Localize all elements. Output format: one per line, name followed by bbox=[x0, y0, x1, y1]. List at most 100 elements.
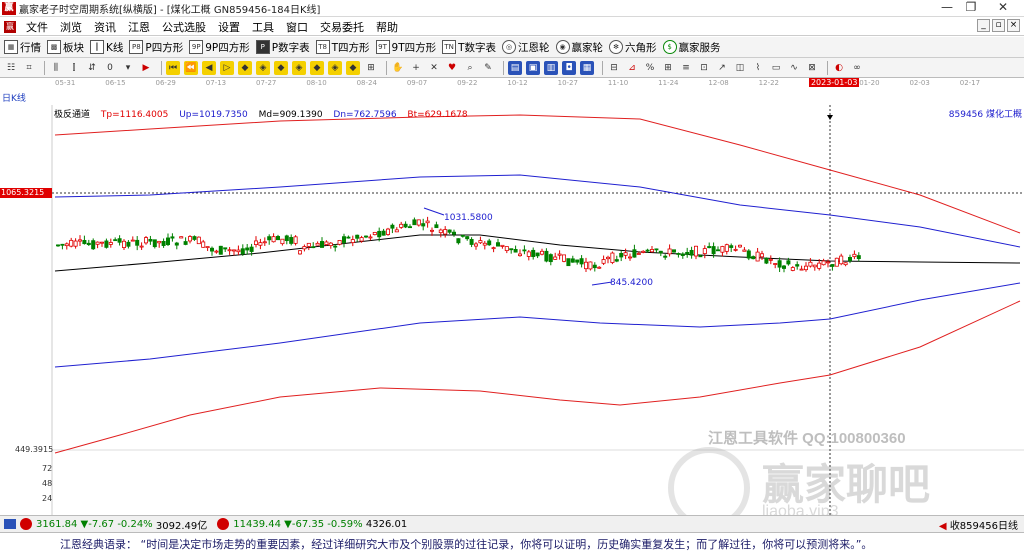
sector-button[interactable]: ▩ 板块 bbox=[47, 40, 84, 55]
candle-icon[interactable]: ⫿ bbox=[67, 61, 81, 75]
candle-body bbox=[509, 248, 514, 251]
diamond-icon[interactable]: ◈ bbox=[328, 60, 342, 75]
candle-body bbox=[385, 228, 390, 235]
table-icon[interactable]: ⊞ bbox=[364, 61, 378, 75]
menu-settings[interactable]: 设置 bbox=[212, 19, 246, 35]
flag-icon[interactable]: ▶ bbox=[139, 61, 153, 75]
box-icon[interactable]: ⊡ bbox=[697, 61, 711, 75]
next-icon[interactable]: ▷ bbox=[220, 60, 234, 75]
diamond-icon[interactable]: ◆ bbox=[274, 60, 288, 75]
9p-square-button[interactable]: 9P 9P四方形 bbox=[189, 40, 250, 55]
candle-body bbox=[117, 238, 122, 243]
mdi-close-button[interactable]: × bbox=[1007, 19, 1020, 32]
candle-body bbox=[135, 239, 140, 246]
gift-icon[interactable]: ♥ bbox=[445, 61, 459, 75]
zigzag-icon[interactable]: ⌇ bbox=[751, 61, 765, 75]
candle-body bbox=[786, 260, 791, 265]
date-label: 10-27 bbox=[557, 79, 578, 87]
high-value-label: 1031.5800 bbox=[444, 213, 493, 223]
indicator-up: Up=1019.7350 bbox=[179, 110, 248, 120]
gann-wheel-button[interactable]: ◎ 江恩轮 bbox=[502, 40, 550, 55]
gann-wheel-label: 江恩轮 bbox=[518, 41, 550, 54]
ruler-icon[interactable]: ⊿ bbox=[625, 61, 639, 75]
lower-band-line bbox=[54, 282, 1021, 368]
line-icon[interactable]: ≡ bbox=[679, 61, 693, 75]
wave-icon[interactable]: ∿ bbox=[787, 61, 801, 75]
winner-wheel-button[interactable]: ◉ 赢家轮 bbox=[555, 40, 603, 55]
menu-logo-icon[interactable]: 赢 bbox=[4, 20, 16, 33]
infinity-icon[interactable]: ∞ bbox=[850, 61, 864, 75]
kline-chart[interactable]: 1031.5800 845.4200 极反通道 Tp=1116.4005 Up=1… bbox=[0, 105, 1024, 529]
menu-window[interactable]: 窗口 bbox=[280, 19, 314, 35]
sz-index[interactable]: 11439.44 ▼-67.35 -0.59% 4326.01 bbox=[217, 518, 407, 530]
rect-icon[interactable]: ▭ bbox=[769, 61, 783, 75]
service-button[interactable]: $ 赢家服务 bbox=[662, 40, 721, 55]
zoom-icon[interactable]: ⌕ bbox=[463, 61, 477, 75]
menu-file[interactable]: 文件 bbox=[20, 19, 54, 35]
candle-body bbox=[302, 246, 307, 250]
hexagon-button[interactable]: ✻ 六角形 bbox=[609, 40, 657, 55]
box2-icon[interactable]: ⊠ bbox=[805, 61, 819, 75]
tools-icon[interactable]: ✕ bbox=[427, 61, 441, 75]
9t-square-button[interactable]: 9T 9T四方形 bbox=[375, 40, 436, 55]
p-table-button[interactable]: P P数字表 bbox=[255, 40, 310, 55]
candle-body bbox=[698, 255, 703, 258]
mdi-restore-button[interactable]: ▫ bbox=[992, 19, 1005, 32]
diamond-icon[interactable]: ◆ bbox=[238, 60, 252, 75]
candle-body bbox=[658, 250, 663, 254]
sh-index[interactable]: 3161.84 ▼-7.67 -0.24% 3092.49亿 bbox=[4, 517, 207, 532]
menu-formula[interactable]: 公式选股 bbox=[156, 19, 212, 35]
calc-icon[interactable]: ⊞ bbox=[661, 61, 675, 75]
doc-icon[interactable]: ▤ bbox=[508, 60, 522, 75]
diamond-icon[interactable]: ◈ bbox=[256, 60, 270, 75]
candle-body bbox=[363, 235, 368, 238]
candle-body bbox=[610, 252, 615, 263]
square-icon[interactable]: ◫ bbox=[733, 61, 747, 75]
calendar-icon[interactable]: ▦ bbox=[580, 60, 594, 75]
menu-help[interactable]: 帮助 bbox=[370, 19, 404, 35]
candle-body bbox=[689, 249, 694, 256]
menu-gann[interactable]: 江恩 bbox=[122, 19, 156, 35]
prev-icon[interactable]: ◀ bbox=[202, 60, 216, 75]
table-icon[interactable]: ⊟ bbox=[607, 61, 621, 75]
quote-button[interactable]: ▦ 行情 bbox=[4, 40, 41, 55]
zero-icon[interactable]: 0 bbox=[103, 61, 117, 75]
print-icon[interactable]: ▥ bbox=[544, 60, 558, 75]
restore-button[interactable]: ❐ bbox=[956, 0, 986, 16]
bar-icon[interactable]: ⫼ bbox=[49, 61, 63, 75]
diamond-icon[interactable]: ◈ bbox=[292, 60, 306, 75]
app-logo-icon: 赢 bbox=[2, 1, 16, 15]
menu-trade[interactable]: 交易委托 bbox=[314, 19, 370, 35]
first-icon[interactable]: ⏮ bbox=[166, 60, 180, 75]
p-square-button[interactable]: P8 P四方形 bbox=[129, 40, 183, 55]
chart-icon[interactable]: ⌗ bbox=[22, 61, 36, 75]
candle-body bbox=[421, 223, 426, 227]
mdi-minimize-button[interactable]: _ bbox=[977, 19, 990, 32]
menu-info[interactable]: 资讯 bbox=[88, 19, 122, 35]
candle-body bbox=[333, 245, 338, 248]
diamond-icon[interactable]: ◆ bbox=[310, 60, 324, 75]
camera-icon[interactable]: ◘ bbox=[562, 60, 576, 75]
cross-icon[interactable]: + bbox=[409, 61, 423, 75]
candle-body bbox=[306, 242, 311, 247]
kline-button[interactable]: ┃ K线 bbox=[90, 40, 123, 55]
close-button[interactable]: ✕ bbox=[988, 0, 1018, 16]
hand-icon[interactable]: ✋ bbox=[391, 61, 405, 75]
diamond-icon[interactable]: ◆ bbox=[346, 60, 360, 75]
dropdown-icon[interactable]: ▾ bbox=[121, 61, 135, 75]
grid-icon[interactable]: ☷ bbox=[4, 61, 18, 75]
menu-browse[interactable]: 浏览 bbox=[54, 19, 88, 35]
t-square-button[interactable]: T8 T四方形 bbox=[315, 40, 370, 55]
save-icon[interactable]: ▣ bbox=[526, 60, 540, 75]
menu-tools[interactable]: 工具 bbox=[246, 19, 280, 35]
percent-icon[interactable]: % bbox=[643, 61, 657, 75]
t-table-button[interactable]: TN T数字表 bbox=[442, 40, 496, 55]
color-icon[interactable]: ◐ bbox=[832, 61, 846, 75]
candle-body bbox=[834, 257, 839, 267]
back-icon[interactable]: ⏪ bbox=[184, 60, 198, 75]
pen-icon[interactable]: ✎ bbox=[481, 61, 495, 75]
candle-body bbox=[729, 245, 734, 248]
move-icon[interactable]: ⇵ bbox=[85, 61, 99, 75]
candle-body bbox=[707, 246, 712, 249]
arrow-icon[interactable]: ↗ bbox=[715, 61, 729, 75]
